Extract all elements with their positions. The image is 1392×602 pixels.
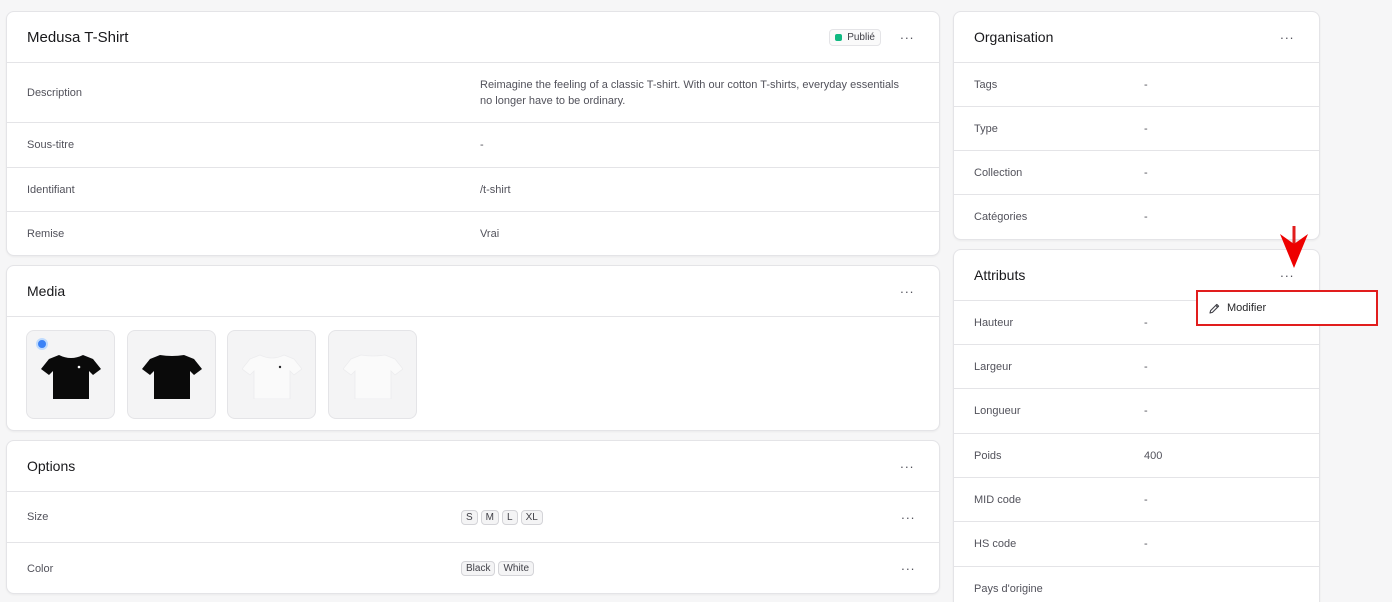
attributes-title: Attributs <box>974 267 1026 283</box>
product-row-handle: Identifiant /t-shirt <box>7 168 939 212</box>
row-value: Reimagine the feeling of a classic T-shi… <box>480 79 899 107</box>
option-row-size: Size S M L XL ··· <box>7 492 939 543</box>
row-label: Largeur <box>974 360 1012 373</box>
organisation-header: Organisation ··· <box>954 12 1319 63</box>
option-value-chip: L <box>502 509 518 525</box>
row-value: - <box>1144 405 1148 417</box>
row-label: Remise <box>27 227 65 240</box>
attribute-row-hs-code: HS code - <box>954 522 1319 567</box>
row-label: MID code <box>974 493 1022 506</box>
status-dot <box>835 33 843 41</box>
row-value: - <box>1144 122 1148 135</box>
row-label: Sous-titre <box>27 139 75 151</box>
pointer-arrow-icon <box>1280 226 1308 268</box>
option-value-chip: M <box>480 509 500 525</box>
row-value: /t-shirt <box>480 183 511 196</box>
row-label: Pays d'origine <box>974 583 1043 595</box>
media-thumbnail-1[interactable] <box>26 330 115 419</box>
row-label: Description <box>27 86 83 99</box>
attribute-row-origin-country: Pays d'origine <box>954 567 1319 602</box>
options-card: Options ··· Size S M L XL ··· Color Black Wh… <box>6 440 940 594</box>
attribute-row-width: Largeur - <box>954 345 1319 389</box>
media-header: Media ··· <box>7 266 939 317</box>
option-label: Size <box>27 511 49 523</box>
option-color-more-button[interactable]: ··· <box>896 559 920 579</box>
row-value: - <box>1144 360 1148 373</box>
black-tshirt-back-image <box>142 355 202 399</box>
white-tshirt-image <box>242 354 302 399</box>
row-label: Collection <box>974 166 1023 179</box>
row-label: Identifiant <box>27 183 75 196</box>
organisation-title: Organisation <box>974 29 1054 45</box>
option-value-chip: S <box>461 509 478 525</box>
black-tshirt-image <box>41 355 101 399</box>
attribute-row-mid-code: MID code - <box>954 478 1319 522</box>
product-more-button[interactable]: ··· <box>895 27 919 47</box>
organisation-row-collection: Collection - <box>954 151 1319 195</box>
options-title: Options <box>27 458 76 474</box>
product-row-discountable: Remise Vrai <box>7 212 939 255</box>
option-values: Black White <box>461 561 537 576</box>
organisation-card: Organisation ··· Tags - Type - Collectio… <box>953 11 1320 240</box>
edit-menu-label: Modifier <box>1227 302 1267 314</box>
row-label: HS code <box>974 538 1017 550</box>
option-value-chip: White <box>498 561 535 576</box>
options-more-button[interactable]: ··· <box>895 456 919 476</box>
row-value: - <box>1144 493 1148 506</box>
option-label: Color <box>27 562 54 575</box>
row-value: - <box>1144 538 1148 550</box>
media-thumbnail-4[interactable] <box>328 330 417 419</box>
option-value-chip: XL <box>520 509 543 525</box>
status-label: Publié <box>847 31 875 43</box>
row-value: - <box>1144 316 1148 329</box>
organisation-row-tags: Tags - <box>954 63 1319 107</box>
organisation-more-button[interactable]: ··· <box>1275 27 1299 47</box>
media-thumbnail-3[interactable] <box>227 330 316 419</box>
white-tshirt-back-image <box>343 354 403 399</box>
pencil-icon <box>1209 303 1220 314</box>
attribute-row-weight: Poids 400 <box>954 434 1319 478</box>
product-header: Medusa T-Shirt Publié ··· <box>7 12 939 63</box>
option-size-more-button[interactable]: ··· <box>896 507 920 527</box>
product-row-description: Description Reimagine the feeling of a c… <box>7 63 939 123</box>
row-label: Tags <box>974 78 998 91</box>
option-row-color: Color Black White ··· <box>7 543 939 593</box>
row-label: Catégories <box>974 211 1028 223</box>
attribute-row-length: Longueur - <box>954 389 1319 434</box>
thumbnail-marker <box>36 338 48 350</box>
option-value-chip: Black <box>461 561 496 576</box>
media-title: Media <box>27 283 66 299</box>
row-label: Type <box>974 122 998 135</box>
row-value: Vrai <box>480 227 500 240</box>
status-badge: Publié <box>829 28 881 46</box>
row-value: - <box>480 139 484 151</box>
row-value: - <box>1144 166 1148 179</box>
product-title: Medusa T-Shirt <box>27 28 129 46</box>
option-values: S M L XL <box>461 509 546 525</box>
organisation-row-type: Type - <box>954 107 1319 151</box>
options-header: Options ··· <box>7 441 939 492</box>
media-card: Media ··· <box>6 265 940 431</box>
edit-menu-item[interactable]: Modifier <box>1196 290 1378 326</box>
product-row-subtitle: Sous-titre - <box>7 123 939 168</box>
row-value: 400 <box>1144 449 1163 462</box>
row-label: Longueur <box>974 405 1021 417</box>
media-thumbnail-2[interactable] <box>127 330 216 419</box>
row-value: - <box>1144 211 1148 223</box>
product-card: Medusa T-Shirt Publié ··· Description Re… <box>6 11 940 256</box>
row-label: Poids <box>974 449 1002 462</box>
row-value: - <box>1144 78 1148 91</box>
organisation-row-categories: Catégories - <box>954 195 1319 239</box>
row-label: Hauteur <box>974 316 1014 329</box>
media-more-button[interactable]: ··· <box>895 281 919 301</box>
